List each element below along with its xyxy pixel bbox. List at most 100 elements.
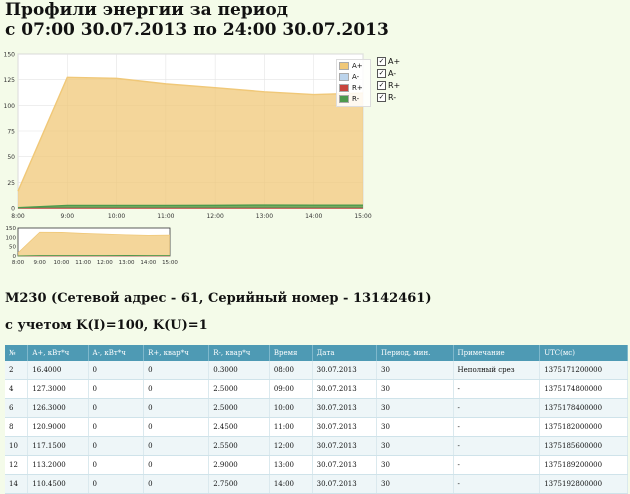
overview-x-tick: 14:00 [140, 260, 156, 266]
series-checkbox[interactable]: ✓ [377, 93, 386, 102]
column-header[interactable]: A-, кВт*ч [88, 345, 144, 361]
legend-swatch [339, 84, 349, 92]
table-cell: 0 [88, 475, 144, 494]
overview-y-tick: 50 [9, 245, 16, 251]
series-toggle[interactable]: ✓A- [377, 67, 400, 79]
overview-x-tick: 15:00 [162, 260, 178, 266]
table-cell: 0 [88, 361, 144, 380]
series-area-Aplus [18, 77, 363, 208]
table-cell: - [453, 475, 540, 494]
series-checkbox[interactable]: ✓ [377, 57, 386, 66]
table-row: 6126.3000002.500010:0030.07.201330-13751… [5, 399, 628, 418]
table-cell: 4 [5, 380, 28, 399]
series-toggles: ✓A+✓A-✓R+✓R- [377, 55, 400, 103]
table-cell: 12:00 [269, 437, 312, 456]
table-cell: 09:00 [269, 380, 312, 399]
table-cell: 14:00 [269, 475, 312, 494]
table-cell: 16.4000 [28, 361, 88, 380]
series-toggle[interactable]: ✓R+ [377, 79, 400, 91]
table-cell: 30.07.2013 [312, 456, 376, 475]
energy-area-chart[interactable]: 02550751001251508:009:0010:0011:0012:001… [0, 48, 375, 220]
table-cell: 30.07.2013 [312, 437, 376, 456]
legend-item: R+ [337, 82, 370, 93]
table-cell: - [453, 456, 540, 475]
series-checkbox[interactable]: ✓ [377, 69, 386, 78]
column-header[interactable]: UTC(мс) [540, 345, 628, 361]
column-header[interactable]: Период, мин. [376, 345, 453, 361]
table-cell: 0 [144, 437, 209, 456]
table-cell: 2.5000 [209, 399, 270, 418]
x-tick-label: 13:00 [256, 213, 273, 220]
page-title-line1: Профили энергии за период [5, 0, 389, 20]
series-toggle[interactable]: ✓R- [377, 91, 400, 103]
table-cell: 11:00 [269, 418, 312, 437]
table-cell: 0 [144, 475, 209, 494]
table-cell: 2.9000 [209, 456, 270, 475]
column-header[interactable]: R-, квар*ч [209, 345, 270, 361]
series-toggle-label: R+ [388, 81, 400, 90]
table-cell: 2.7500 [209, 475, 270, 494]
table-cell: 30.07.2013 [312, 361, 376, 380]
table-cell: 13:00 [269, 456, 312, 475]
table-cell: 127.3000 [28, 380, 88, 399]
column-header[interactable]: Время [269, 345, 312, 361]
table-cell: 12 [5, 456, 28, 475]
table-cell: 110.4500 [28, 475, 88, 494]
x-tick-label: 8:00 [11, 213, 25, 220]
table-header-row: №A+, кВт*чA-, кВт*чR+, квар*чR-, квар*чВ… [5, 345, 628, 361]
legend-label: A+ [352, 62, 363, 70]
table-cell: 14 [5, 475, 28, 494]
ratio-heading: с учетом K(I)=100, K(U)=1 [5, 318, 208, 333]
legend-item: A- [337, 71, 370, 82]
energy-table: №A+, кВт*чA-, кВт*чR+, квар*чR-, квар*чВ… [5, 345, 628, 494]
overview-series-area [18, 232, 170, 256]
table-cell: 2.5500 [209, 437, 270, 456]
legend-item: A+ [337, 60, 370, 71]
legend-label: R+ [352, 84, 363, 92]
table-cell: 1375192800000 [540, 475, 628, 494]
legend-swatch [339, 73, 349, 81]
overview-x-tick: 11:00 [75, 260, 91, 266]
series-toggle-label: A- [388, 69, 396, 78]
x-tick-label: 15:00 [354, 213, 371, 220]
column-header[interactable]: A+, кВт*ч [28, 345, 88, 361]
table-cell: 30 [376, 361, 453, 380]
table-cell: 2 [5, 361, 28, 380]
table-cell: 30 [376, 418, 453, 437]
overview-y-tick: 150 [6, 226, 17, 232]
legend-swatch [339, 62, 349, 70]
column-header[interactable]: Примечание [453, 345, 540, 361]
column-header[interactable]: № [5, 345, 28, 361]
table-cell: Неполный срез [453, 361, 540, 380]
overview-x-tick: 12:00 [97, 260, 113, 266]
legend-label: R- [352, 95, 359, 103]
series-checkbox[interactable]: ✓ [377, 81, 386, 90]
overview-x-tick: 10:00 [53, 260, 69, 266]
table-cell: 6 [5, 399, 28, 418]
table-cell: 0 [144, 418, 209, 437]
x-tick-label: 9:00 [61, 213, 75, 220]
x-tick-label: 12:00 [206, 213, 223, 220]
table-cell: 0 [144, 380, 209, 399]
overview-chart[interactable]: 0501001508:009:0010:0011:0012:0013:0014:… [0, 224, 185, 270]
page-title: Профили энергии за период с 07:00 30.07.… [5, 0, 389, 40]
table-cell: 30 [376, 399, 453, 418]
table-row: 12113.2000002.900013:0030.07.201330-1375… [5, 456, 628, 475]
table-cell: 1375174800000 [540, 380, 628, 399]
table-cell: - [453, 399, 540, 418]
y-tick-label: 25 [7, 180, 15, 187]
table-cell: - [453, 380, 540, 399]
table-cell: 120.9000 [28, 418, 88, 437]
table-cell: 30.07.2013 [312, 380, 376, 399]
table-row: 216.4000000.300008:0030.07.201330Неполны… [5, 361, 628, 380]
table-cell: 30 [376, 456, 453, 475]
series-toggle[interactable]: ✓A+ [377, 55, 400, 67]
table-cell: - [453, 418, 540, 437]
y-tick-label: 0 [11, 206, 15, 213]
table-cell: 8 [5, 418, 28, 437]
table-cell: 126.3000 [28, 399, 88, 418]
column-header[interactable]: R+, квар*ч [144, 345, 209, 361]
table-cell: 30 [376, 475, 453, 494]
table-cell: 1375185600000 [540, 437, 628, 456]
column-header[interactable]: Дата [312, 345, 376, 361]
